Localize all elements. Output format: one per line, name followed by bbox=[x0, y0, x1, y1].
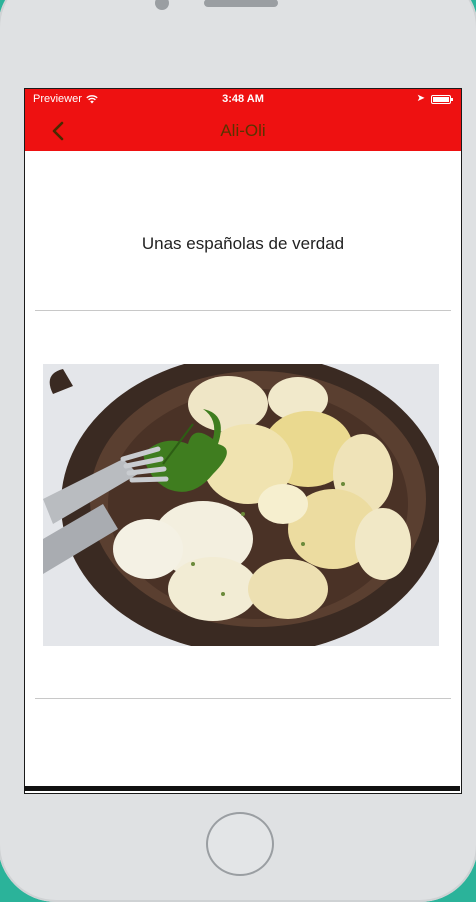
page-title: Ali-Oli bbox=[220, 121, 266, 140]
app-screen: Previewer 3:48 AM ➤ Ali-Oli Unas español… bbox=[24, 88, 462, 794]
potato-salad-image bbox=[43, 364, 439, 646]
divider bbox=[35, 310, 451, 311]
battery-icon bbox=[431, 94, 453, 104]
status-right: ➤ bbox=[416, 93, 453, 104]
navigation-bar: Ali-Oli bbox=[25, 111, 461, 151]
recipe-photo bbox=[43, 364, 439, 646]
divider bbox=[35, 698, 451, 699]
earpiece-speaker bbox=[204, 0, 278, 7]
front-camera bbox=[155, 0, 169, 10]
status-time: 3:48 AM bbox=[222, 93, 264, 105]
screen-bottom-edge bbox=[24, 786, 460, 791]
location-arrow-icon: ➤ bbox=[416, 93, 425, 104]
status-bar: Previewer 3:48 AM ➤ bbox=[25, 89, 461, 111]
home-button[interactable] bbox=[206, 812, 274, 876]
recipe-subtitle: Unas españolas de verdad bbox=[141, 234, 345, 253]
